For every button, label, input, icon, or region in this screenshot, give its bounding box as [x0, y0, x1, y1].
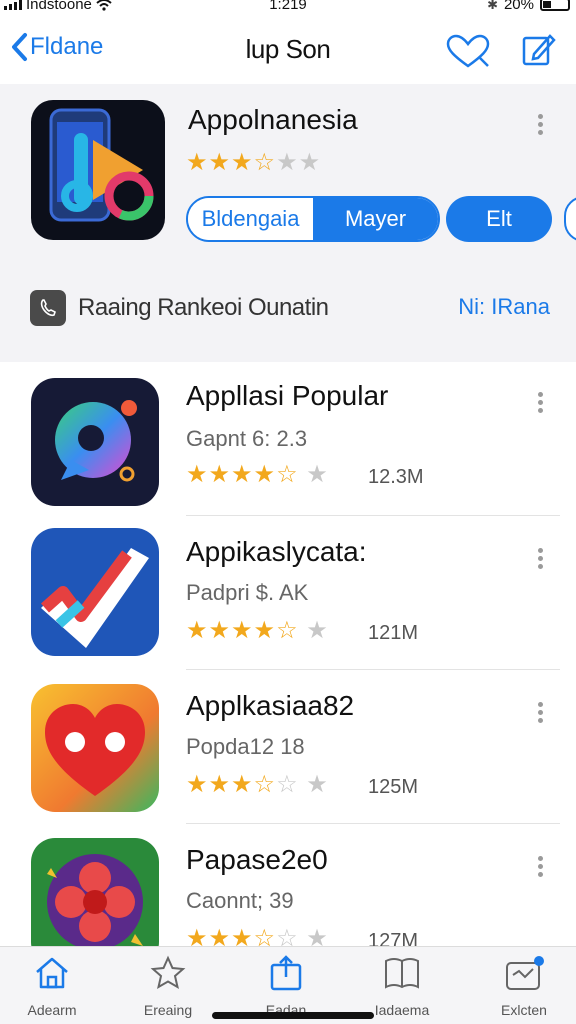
segment-left[interactable]: Bldengaia: [188, 198, 313, 240]
rating-stars: ★★★★☆ ★: [186, 617, 329, 644]
more-options-icon[interactable]: [538, 548, 544, 572]
more-options-icon[interactable]: [538, 392, 544, 416]
featured-rating-stars: ★★★☆★★: [186, 149, 322, 176]
featured-section: Appolnanesia ★★★☆★★ Bldengaia Mayer Elt …: [0, 84, 576, 362]
download-count: 12.3M: [368, 466, 424, 488]
ranking-link[interactable]: Ni: IRana: [458, 294, 550, 320]
download-count: 125M: [368, 776, 419, 798]
tab-label: Ereaing: [143, 1002, 193, 1018]
rating-stars: ★★★★☆ ★: [186, 461, 329, 488]
list-item[interactable]: Appikaslycata: Padpri $. AK ★★★★☆ ★ 121M: [0, 516, 576, 670]
rating-stars: ★★★☆☆ ★: [186, 771, 329, 798]
tab-label: Adearm: [27, 1002, 77, 1018]
app-subtitle: Padpri $. AK: [186, 580, 309, 605]
star-icon: [150, 955, 186, 990]
status-bar: Indstoone 1:219 ✱ 20%: [0, 0, 576, 16]
checkmark-bolt-icon: [31, 528, 159, 656]
segment-right[interactable]: Mayer: [313, 198, 438, 240]
heart-eyes-icon: [31, 684, 159, 812]
featured-app-icon[interactable]: [31, 100, 165, 240]
overflow-button[interactable]: [564, 196, 576, 242]
battery-icon: [540, 0, 570, 11]
ranking-row[interactable]: Raaing Rankeoi Ounatin Ni: IRana: [0, 280, 576, 332]
tab-home[interactable]: Adearm: [2, 955, 102, 1018]
app-name: Applkasiaa82: [186, 690, 355, 721]
segmented-control: Bldengaia Mayer: [186, 196, 440, 242]
app-subtitle: Popda12 18: [186, 734, 305, 759]
tab-explore[interactable]: Exlcten: [474, 955, 574, 1018]
app-name: Papase2e0: [186, 844, 328, 875]
edit-button[interactable]: Elt: [446, 196, 552, 242]
app-subtitle: Gapnt 6: 2.3: [186, 426, 308, 451]
bluetooth-icon: ✱: [487, 0, 498, 12]
battery-percent: 20%: [503, 0, 534, 13]
more-options-icon[interactable]: [538, 702, 544, 726]
home-indicator[interactable]: [212, 1012, 374, 1019]
share-icon: [270, 955, 302, 991]
tab-share[interactable]: Eadan: [236, 955, 336, 1018]
list-item[interactable]: Appllasi Popular Gapnt 6: 2.3 ★★★★☆ ★ 12…: [0, 362, 576, 516]
app-name: Appllasi Popular: [186, 380, 389, 411]
compose-icon[interactable]: [520, 32, 556, 68]
more-options-icon[interactable]: [538, 114, 544, 138]
tab-label: Exlcten: [501, 1002, 547, 1018]
chat-bubble-icon: [31, 378, 159, 506]
home-icon: [36, 957, 68, 989]
tab-featured[interactable]: Ereaing: [118, 955, 218, 1018]
app-subtitle: Caonnt; 39: [186, 888, 294, 913]
calendar-icon: [506, 956, 544, 990]
ranking-label: Raaing Rankeoi Ounatin: [78, 294, 329, 321]
app-name: Appikaslycata:: [186, 536, 367, 567]
featured-app-name: Appolnanesia: [188, 104, 358, 135]
download-count: 121M: [368, 622, 419, 644]
heart-icon[interactable]: [444, 34, 492, 70]
book-icon: [385, 958, 419, 989]
navigation-bar: Fldane lup Son: [0, 26, 576, 78]
tab-library[interactable]: Iadaema: [352, 955, 452, 1018]
phone-icon: [30, 290, 66, 326]
more-options-icon[interactable]: [538, 856, 544, 880]
list-item[interactable]: Applkasiaa82 Popda12 18 ★★★☆☆ ★ 125M: [0, 670, 576, 824]
